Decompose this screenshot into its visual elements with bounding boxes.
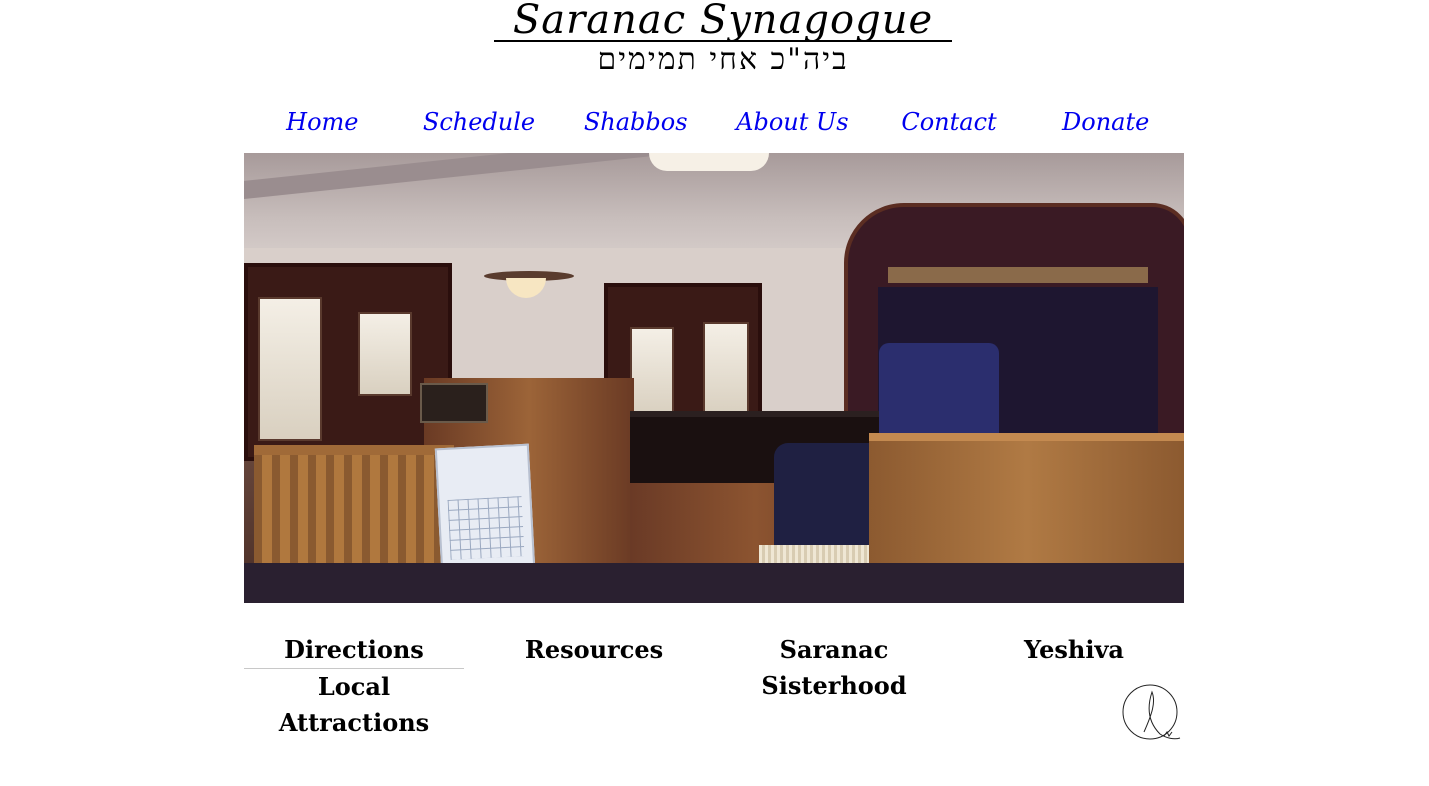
photo-calendar-grid — [447, 496, 525, 560]
link-local-attractions[interactable]: Local Attractions — [244, 669, 464, 741]
photo-sign — [420, 383, 488, 423]
site-logo[interactable]: Saranac Synagogue ביה"כ אחי תמימים — [494, 0, 952, 80]
main-nav: Home Schedule Shabbos About Us Contact D… — [244, 102, 1184, 142]
logo-title: Saranac Synagogue — [512, 0, 934, 43]
nav-shabbos[interactable]: Shabbos — [557, 102, 714, 142]
nav-donate[interactable]: Donate — [1027, 102, 1184, 142]
link-directions[interactable]: Directions — [244, 632, 464, 669]
nav-schedule[interactable]: Schedule — [401, 102, 558, 142]
photo-ceiling-light — [649, 153, 769, 171]
nav-contact[interactable]: Contact — [871, 102, 1028, 142]
photo-ark-trim — [888, 267, 1148, 283]
link-resources[interactable]: Resources — [484, 632, 704, 668]
photo-window-pane — [358, 312, 412, 396]
link-yeshiva[interactable]: Yeshiva — [964, 632, 1184, 668]
synagogue-interior-photo — [244, 153, 1184, 603]
link-saranac-sisterhood[interactable]: Saranac Sisterhood — [724, 632, 944, 704]
logo-hebrew-subtitle: ביה"כ אחי תמימים — [597, 42, 849, 77]
photo-floor — [244, 563, 1184, 603]
nav-home[interactable]: Home — [244, 102, 401, 142]
photo-calendar — [434, 443, 536, 573]
photo-window-pane — [703, 322, 749, 416]
photo-window-pane — [258, 297, 322, 441]
photo-window-pane — [630, 327, 674, 416]
nav-about-us[interactable]: About Us — [714, 102, 871, 142]
signature-circle-icon[interactable] — [1122, 684, 1182, 744]
photo-window-left — [244, 263, 452, 461]
